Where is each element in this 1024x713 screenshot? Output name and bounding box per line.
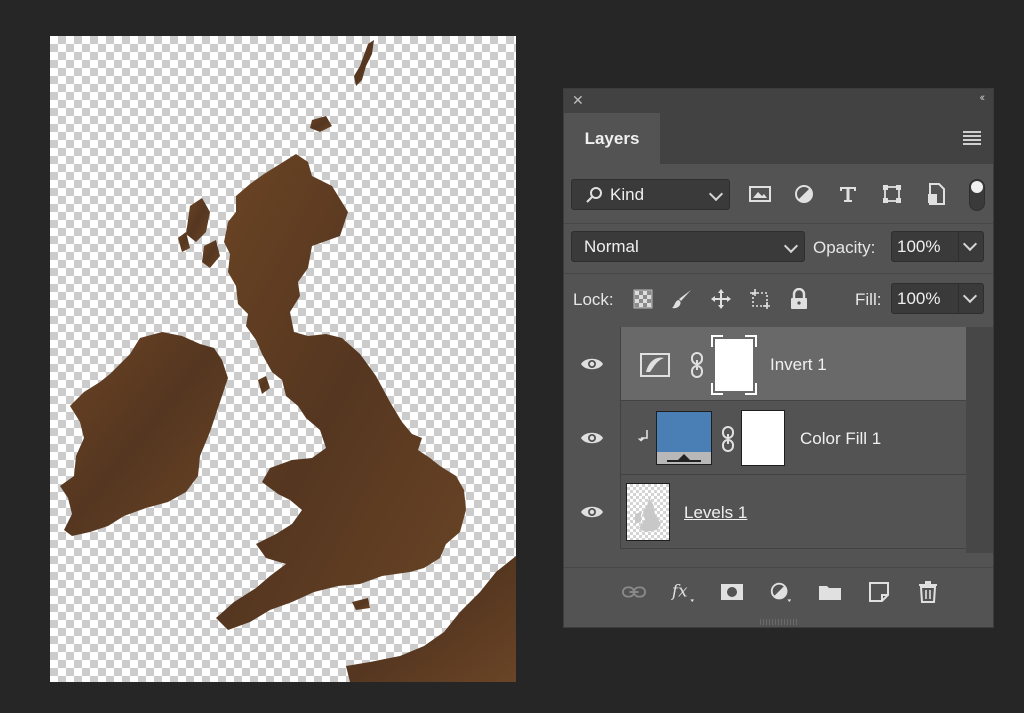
link-icon[interactable] xyxy=(689,351,705,379)
panel-tab-bar: Layers xyxy=(564,113,993,164)
pixel-layer-filter-icon[interactable] xyxy=(749,183,771,205)
british-isles-map xyxy=(60,40,516,682)
delete-layer-icon[interactable] xyxy=(916,580,940,604)
layer-mask-thumbnail[interactable] xyxy=(741,410,785,466)
adjustment-layer-filter-icon[interactable] xyxy=(793,183,815,205)
document-canvas[interactable] xyxy=(50,36,516,682)
opacity-label: Opacity: xyxy=(813,238,876,257)
lock-image-pixels-icon[interactable] xyxy=(671,288,693,310)
collapse-panel-button[interactable]: ‹‹ xyxy=(980,92,986,104)
new-layer-icon[interactable] xyxy=(867,580,891,604)
lock-all-icon[interactable] xyxy=(788,288,810,310)
shape-layer-filter-icon[interactable] xyxy=(881,183,903,205)
chevron-down-icon xyxy=(783,238,799,254)
lock-label: Lock: xyxy=(573,290,614,309)
layer-name[interactable]: Levels 1 xyxy=(684,503,747,523)
eye-icon[interactable] xyxy=(580,430,604,446)
blend-mode-row: Normal Opacity: 100% xyxy=(564,229,993,265)
divider xyxy=(564,223,993,224)
clipping-mask-icon xyxy=(638,430,648,442)
new-adjustment-icon[interactable] xyxy=(769,580,793,604)
visibility-column xyxy=(564,401,621,475)
chevron-down-icon xyxy=(708,186,724,202)
type-layer-filter-icon[interactable] xyxy=(837,183,859,205)
new-group-icon[interactable] xyxy=(818,580,842,604)
layer-thumbnail[interactable] xyxy=(626,483,670,541)
visibility-column xyxy=(564,327,621,401)
workspace: ✕ ‹‹ Layers Kind Normal Opacity: 100% Lo… xyxy=(0,0,1024,713)
eye-icon[interactable] xyxy=(580,356,604,372)
fx-icon[interactable]: fx xyxy=(671,580,695,604)
blend-mode-value: Normal xyxy=(584,236,639,256)
layers-list: Invert 1 Color Fill 1 Levels 1 xyxy=(564,327,966,553)
lock-row: Lock: Fill: 100% xyxy=(564,281,993,317)
fill-input[interactable]: 100% xyxy=(891,283,959,314)
visibility-column xyxy=(564,475,621,549)
layer-row-levels[interactable]: Levels 1 xyxy=(564,475,966,549)
chevron-down-icon xyxy=(962,236,978,252)
panel-menu-icon[interactable] xyxy=(963,131,981,145)
link-layers-icon[interactable] xyxy=(622,580,646,604)
chevron-down-icon xyxy=(962,288,978,304)
invert-adjustment-icon xyxy=(640,353,670,377)
link-icon[interactable] xyxy=(720,425,736,453)
opacity-dropdown-button[interactable] xyxy=(958,231,984,262)
layer-filter-row: Kind xyxy=(564,175,993,215)
smart-object-filter-icon[interactable] xyxy=(925,183,947,205)
fill-color-thumbnail[interactable] xyxy=(656,411,712,465)
divider xyxy=(564,273,993,274)
tab-layers[interactable]: Layers xyxy=(564,113,660,164)
layer-row-invert[interactable]: Invert 1 xyxy=(564,327,966,401)
search-icon xyxy=(586,186,602,203)
fill-label: Fill: xyxy=(855,290,882,309)
close-panel-button[interactable]: ✕ xyxy=(572,92,584,109)
filter-toggle-switch[interactable] xyxy=(969,179,985,211)
prevent-auto-nesting-icon[interactable] xyxy=(749,288,771,310)
layer-mask-thumbnail[interactable] xyxy=(711,335,757,395)
layer-row-color-fill[interactable]: Color Fill 1 xyxy=(564,401,966,475)
layer-name[interactable]: Invert 1 xyxy=(770,355,827,375)
svg-text:fx: fx xyxy=(671,582,688,601)
panel-titlebar: ✕ ‹‹ xyxy=(564,89,993,113)
layers-panel: ✕ ‹‹ Layers Kind Normal Opacity: 100% Lo… xyxy=(563,88,994,628)
layers-bottom-toolbar: fx xyxy=(564,567,993,616)
layers-scrollbar[interactable] xyxy=(966,327,993,553)
add-mask-icon[interactable] xyxy=(720,580,744,604)
layer-name[interactable]: Color Fill 1 xyxy=(800,429,881,449)
filter-kind-select[interactable]: Kind xyxy=(571,179,730,210)
filter-kind-label: Kind xyxy=(610,184,645,204)
lock-transparent-pixels-icon[interactable] xyxy=(632,288,654,310)
opacity-input[interactable]: 100% xyxy=(891,231,959,262)
panel-resize-grip[interactable] xyxy=(760,619,798,625)
blend-mode-select[interactable]: Normal xyxy=(571,231,805,262)
lock-position-icon[interactable] xyxy=(710,288,732,310)
fill-dropdown-button[interactable] xyxy=(958,283,984,314)
eye-icon[interactable] xyxy=(580,504,604,520)
